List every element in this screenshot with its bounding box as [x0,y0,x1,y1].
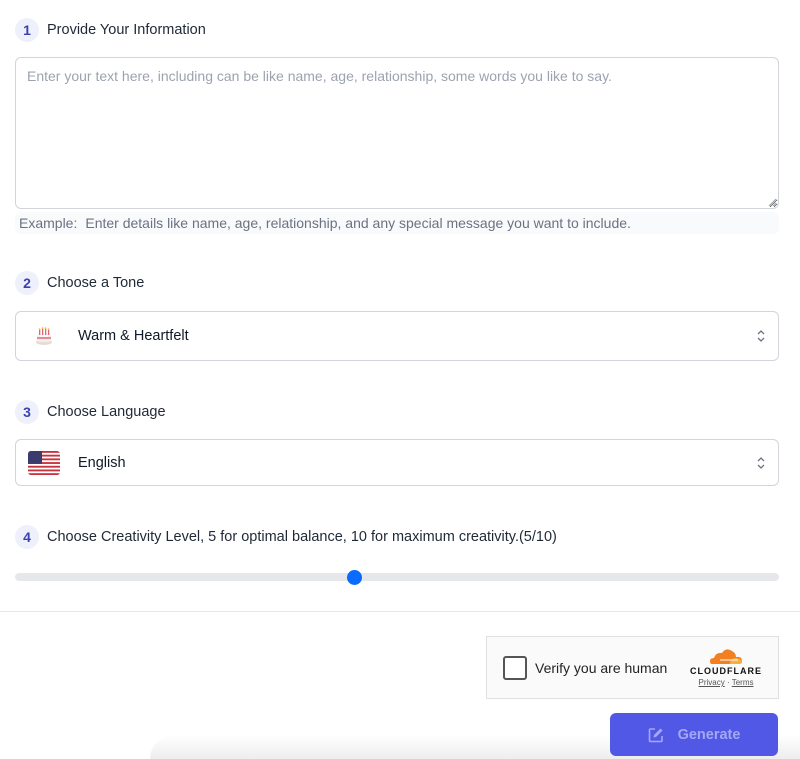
verify-human-checkbox[interactable] [503,655,527,680]
step-3-header: 3 Choose Language [15,399,166,425]
captcha-links: Privacy · Terms [699,678,754,687]
example-label: Example: [19,215,78,231]
step-4-number: 4 [15,525,39,549]
cloudflare-brand: CLOUDFLARE Privacy · Terms [688,647,764,687]
tone-select[interactable]: Warm & Heartfelt [15,311,779,361]
link-separator: · [726,678,730,687]
chevron-up-down-icon [757,456,765,469]
example-hint: Example: Enter details like name, age, r… [15,212,779,234]
cloudflare-captcha: Verify you are human CLOUDFLARE Privacy … [486,636,779,699]
step-2-header: 2 Choose a Tone [15,270,144,296]
step-2-label: Choose a Tone [47,275,145,291]
step-1-label: Provide Your Information [47,22,206,38]
step-3-label: Choose Language [47,404,166,420]
verify-human-label: Verify you are human [535,659,668,676]
terms-link[interactable]: Terms [732,678,754,687]
privacy-link[interactable]: Privacy [699,678,725,687]
us-flag-icon [24,450,64,475]
edit-icon [648,727,663,742]
information-textarea[interactable] [15,57,779,209]
language-select[interactable]: English [15,439,779,486]
chevron-up-down-icon [757,330,765,342]
step-2-number: 2 [15,271,39,295]
generate-button[interactable]: Generate [610,713,778,756]
step-1-number: 1 [15,18,39,42]
cloudflare-cloud-icon [710,649,742,664]
step-3-number: 3 [15,400,39,424]
section-divider [0,611,800,612]
resize-handle-icon[interactable] [768,198,777,207]
creativity-slider-thumb[interactable] [347,570,363,585]
tone-selected-value: Warm & Heartfelt [78,328,189,344]
birthday-cake-icon [24,326,64,346]
language-selected-value: English [78,454,126,471]
example-text: Enter details like name, age, relationsh… [85,215,631,231]
step-1-header: 1 Provide Your Information [15,17,206,43]
generate-label: Generate [677,726,741,743]
step-4-header: 4 Choose Creativity Level, 5 for optimal… [15,524,557,550]
creativity-slider-track[interactable] [15,573,779,581]
cloudflare-logo-text: CLOUDFLARE [690,666,762,676]
step-4-label: Choose Creativity Level, 5 for optimal b… [47,529,557,545]
